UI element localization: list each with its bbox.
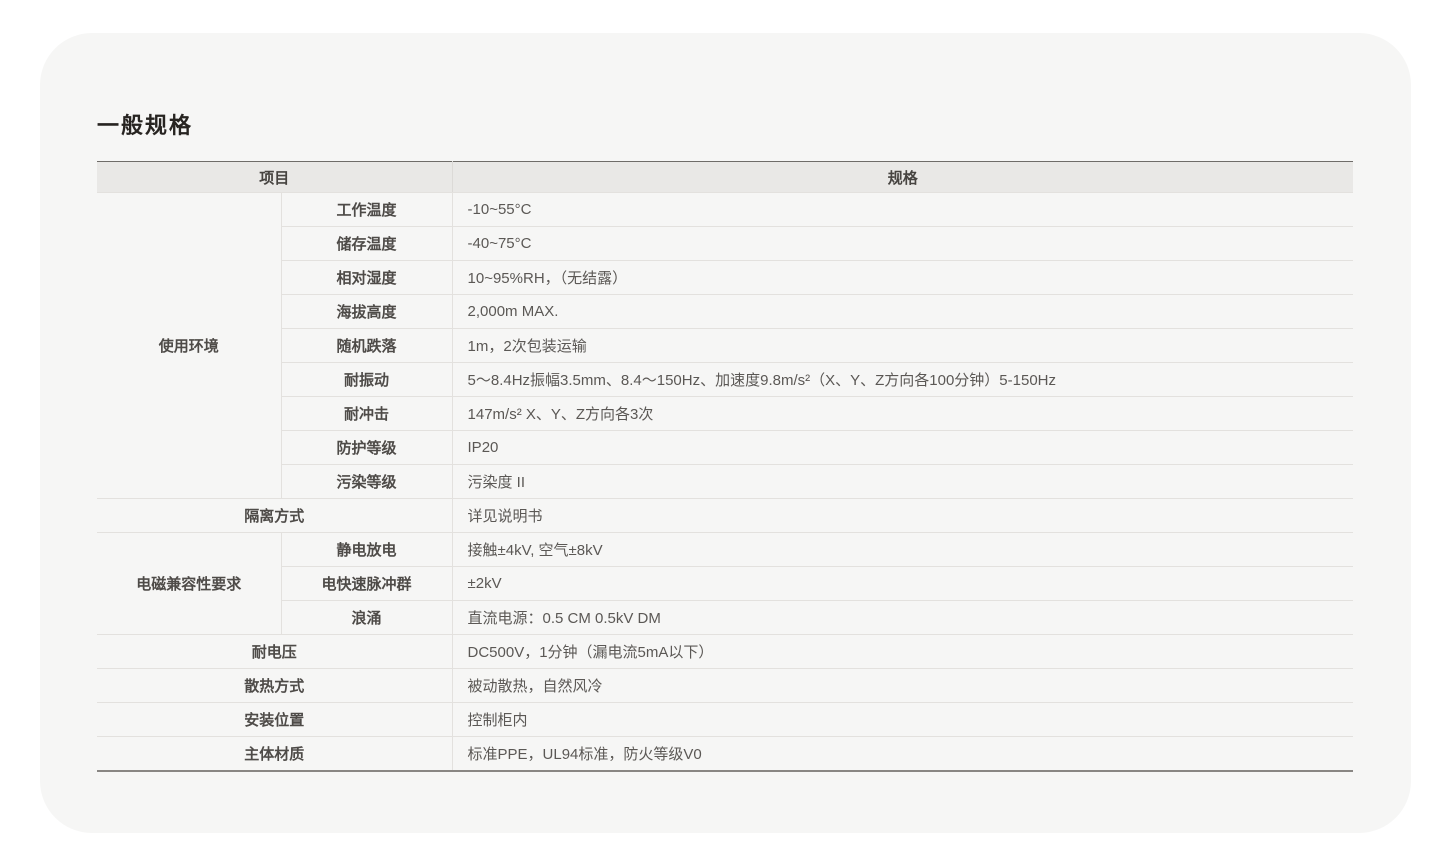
row-value: 5～8.4Hz振幅3.5mm、8.4～150Hz、加速度9.8m/s²（X、Y、… [452,363,1353,397]
table-row: 海拔高度 2,000m MAX. [97,295,1353,329]
row-label-material: 主体材质 [97,737,452,771]
table-row: 散热方式 被动散热，自然风冷 [97,669,1353,703]
row-value: 直流电源：0.5 CM 0.5kV DM [452,601,1353,635]
table-row: 防护等级 IP20 [97,431,1353,465]
page-title: 一般规格 [97,113,1411,139]
row-value: 污染度 II [452,465,1353,499]
table-row: 安装位置 控制柜内 [97,703,1353,737]
card-content: 一般规格 项目 规格 使用环境 工作温度 -10~55°C 储存温度 -40~7… [40,33,1411,772]
row-label: 相对湿度 [281,261,452,295]
row-value: 详见说明书 [452,499,1353,533]
table-row: 随机跌落 1m，2次包装运输 [97,329,1353,363]
general-spec-table: 项目 规格 使用环境 工作温度 -10~55°C 储存温度 -40~75°C 相… [97,161,1353,772]
row-label-isolation: 隔离方式 [97,499,452,533]
category-cell-environment: 使用环境 [97,193,281,499]
table-row: 浪涌 直流电源：0.5 CM 0.5kV DM [97,601,1353,635]
row-value: DC500V，1分钟（漏电流5mA以下） [452,635,1353,669]
row-label-mounting: 安装位置 [97,703,452,737]
row-label: 浪涌 [281,601,452,635]
row-value: -40~75°C [452,227,1353,261]
table-row: 耐振动 5～8.4Hz振幅3.5mm、8.4～150Hz、加速度9.8m/s²（… [97,363,1353,397]
row-label: 随机跌落 [281,329,452,363]
row-label-cooling: 散热方式 [97,669,452,703]
table-row: 耐冲击 147m/s² X、Y、Z方向各3次 [97,397,1353,431]
row-value: 标准PPE，UL94标准，防火等级V0 [452,737,1353,771]
row-label: 储存温度 [281,227,452,261]
row-label: 电快速脉冲群 [281,567,452,601]
table-row: 污染等级 污染度 II [97,465,1353,499]
column-header-item: 项目 [97,162,452,193]
table-row: 主体材质 标准PPE，UL94标准，防火等级V0 [97,737,1353,771]
spec-card: 一般规格 项目 规格 使用环境 工作温度 -10~55°C 储存温度 -40~7… [40,33,1411,833]
row-value: IP20 [452,431,1353,465]
row-label: 防护等级 [281,431,452,465]
column-header-spec: 规格 [452,162,1353,193]
row-value: 接触±4kV, 空气±8kV [452,533,1353,567]
row-value: 控制柜内 [452,703,1353,737]
row-label: 工作温度 [281,193,452,227]
row-label-voltage: 耐电压 [97,635,452,669]
row-label: 污染等级 [281,465,452,499]
table-row: 耐电压 DC500V，1分钟（漏电流5mA以下） [97,635,1353,669]
table-header-row: 项目 规格 [97,162,1353,193]
row-label: 耐冲击 [281,397,452,431]
row-label: 海拔高度 [281,295,452,329]
table-row: 电磁兼容性要求 静电放电 接触±4kV, 空气±8kV [97,533,1353,567]
row-value: -10~55°C [452,193,1353,227]
category-cell-emc: 电磁兼容性要求 [97,533,281,635]
row-label: 耐振动 [281,363,452,397]
row-value: 10~95%RH，（无结露） [452,261,1353,295]
row-value: 2,000m MAX. [452,295,1353,329]
row-value: 147m/s² X、Y、Z方向各3次 [452,397,1353,431]
row-value: ±2kV [452,567,1353,601]
row-label: 静电放电 [281,533,452,567]
table-row: 使用环境 工作温度 -10~55°C [97,193,1353,227]
table-row: 储存温度 -40~75°C [97,227,1353,261]
row-value: 1m，2次包装运输 [452,329,1353,363]
row-value: 被动散热，自然风冷 [452,669,1353,703]
table-row: 隔离方式 详见说明书 [97,499,1353,533]
table-row: 相对湿度 10~95%RH，（无结露） [97,261,1353,295]
table-row: 电快速脉冲群 ±2kV [97,567,1353,601]
